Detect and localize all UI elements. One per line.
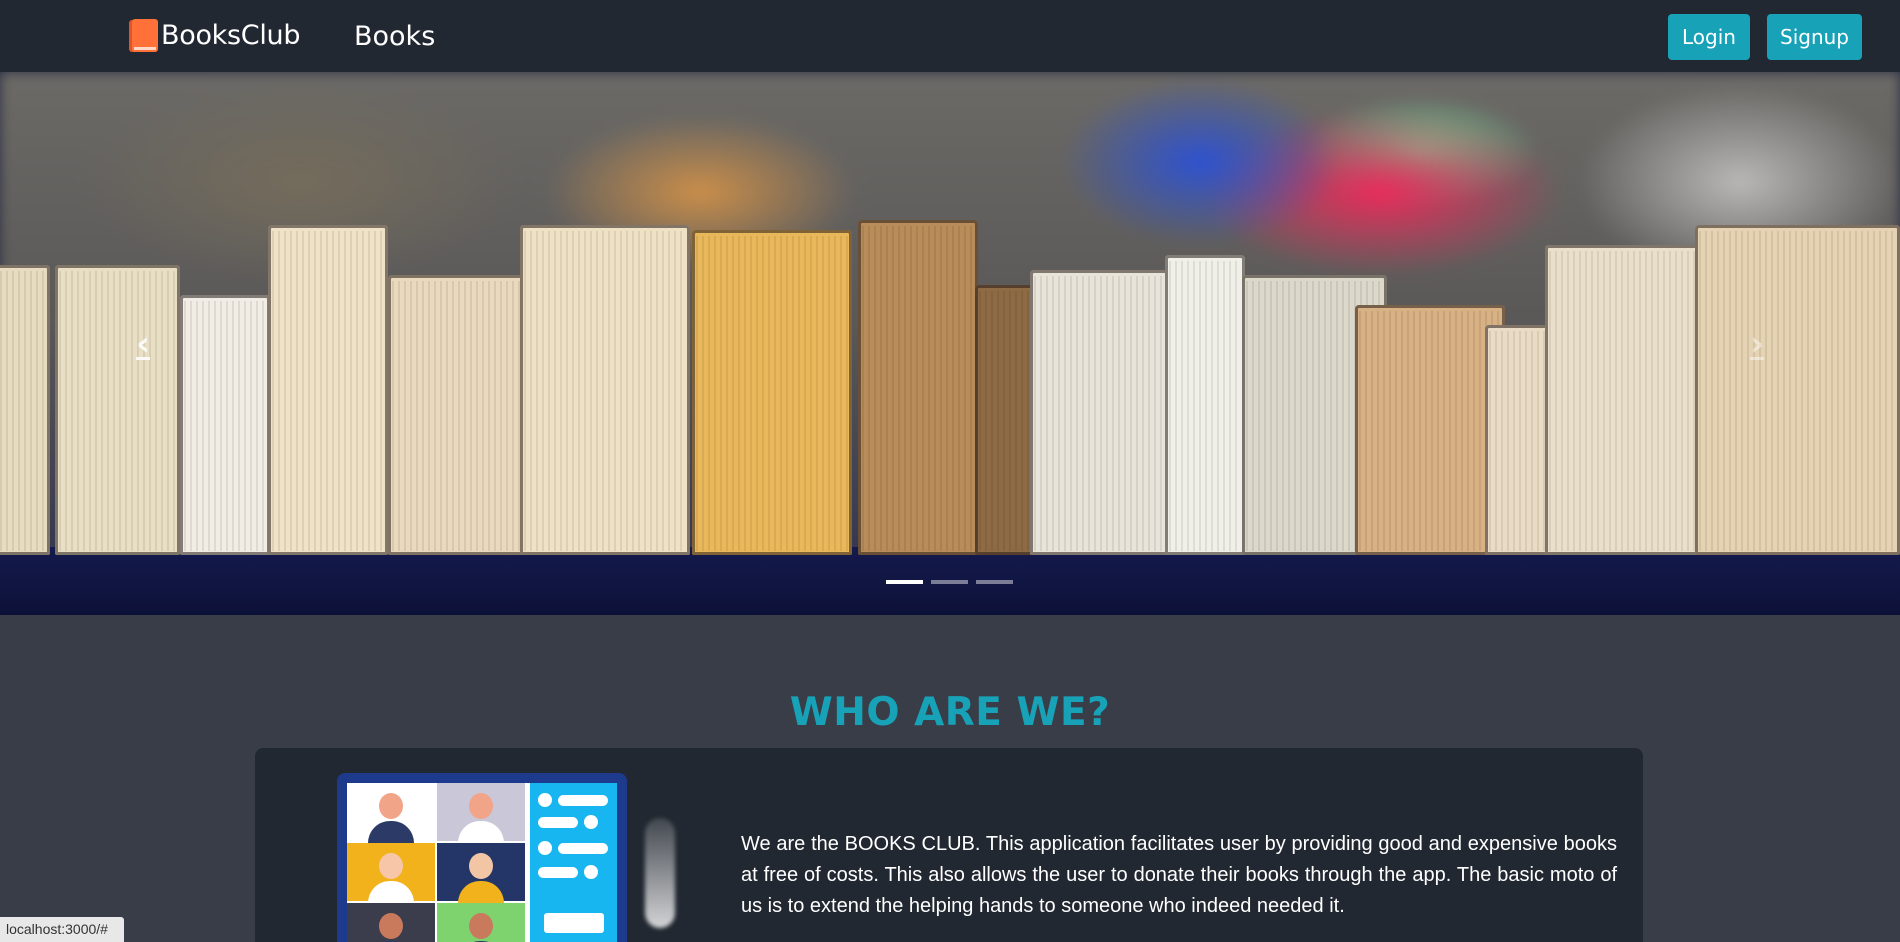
book-spine	[858, 220, 978, 555]
book-spine	[55, 265, 180, 555]
book-spine	[1165, 255, 1245, 555]
carousel-indicators	[886, 580, 1013, 584]
signup-button[interactable]: Signup	[1767, 14, 1862, 60]
carousel-indicator[interactable]	[931, 580, 968, 584]
carousel-prev-button[interactable]: ‹	[128, 324, 158, 364]
book-spine	[180, 295, 270, 555]
chevron-right-icon: ›	[1749, 324, 1764, 364]
book-icon	[129, 19, 158, 52]
book-spine	[268, 225, 388, 555]
about-text: We are the BOOKS CLUB. This application …	[741, 833, 1617, 917]
book-spine	[1695, 225, 1900, 555]
browser-status-url: localhost:3000/#	[0, 917, 124, 942]
brand-name: BooksClub	[161, 20, 301, 51]
navbar: BooksClub Books Login Signup	[0, 0, 1900, 72]
carousel-indicator[interactable]	[976, 580, 1013, 584]
book-spine	[520, 225, 690, 555]
about-card: We are the BOOKS CLUB. This application …	[255, 748, 1643, 942]
book-spine	[388, 275, 538, 555]
login-button[interactable]: Login	[1668, 14, 1750, 60]
book-spine	[692, 230, 852, 555]
book-spine	[1355, 305, 1505, 555]
book-spine	[0, 265, 50, 555]
section-title: WHO ARE WE?	[789, 690, 1111, 735]
nav-link-books[interactable]: Books	[354, 21, 435, 52]
steam-decoration	[645, 818, 675, 928]
video-call-illustration	[337, 773, 629, 942]
carousel-next-button[interactable]: ›	[1742, 324, 1772, 364]
carousel-indicator[interactable]	[886, 580, 923, 584]
chevron-left-icon: ‹	[135, 324, 150, 364]
hero-carousel: ‹ ›	[0, 72, 1900, 615]
brand-link[interactable]: BooksClub	[129, 19, 300, 52]
